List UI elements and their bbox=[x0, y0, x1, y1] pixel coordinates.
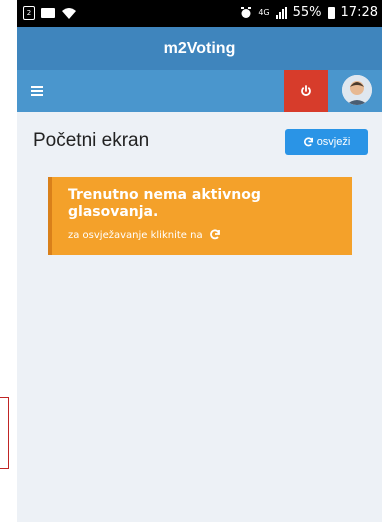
refresh-label: osvježi bbox=[316, 136, 351, 148]
hamburger-icon[interactable] bbox=[31, 86, 43, 96]
wifi-icon bbox=[62, 8, 76, 19]
refresh-icon[interactable] bbox=[209, 229, 221, 241]
avatar[interactable] bbox=[342, 75, 372, 105]
status-bar: 2 4G 55% 17:28 bbox=[17, 0, 382, 27]
side-frame bbox=[0, 397, 9, 469]
battery-percent: 55% bbox=[292, 5, 322, 20]
logout-button[interactable] bbox=[284, 70, 328, 112]
notice-subtitle: za osvježavanje kliknite na bbox=[68, 229, 203, 241]
main-content: Početni ekran osvježi Trenutno nema akti… bbox=[17, 112, 382, 522]
page-title: Početni ekran bbox=[33, 130, 150, 151]
clock: 17:28 bbox=[340, 5, 378, 20]
network-label: 4G bbox=[258, 8, 270, 17]
no-active-voting-notice: Trenutno nema aktivnog glasovanja. za os… bbox=[48, 177, 352, 255]
signal-icon bbox=[275, 6, 287, 19]
user-avatar-icon bbox=[342, 75, 372, 105]
nav-bar bbox=[17, 70, 382, 112]
refresh-button[interactable]: osvježi bbox=[285, 129, 368, 155]
power-icon bbox=[301, 85, 311, 96]
notice-title: Trenutno nema aktivnog glasovanja. bbox=[68, 187, 261, 220]
sim-icon: 2 bbox=[23, 6, 35, 20]
battery-icon bbox=[327, 6, 335, 19]
alarm-icon bbox=[241, 6, 252, 18]
refresh-icon bbox=[303, 136, 313, 146]
card-icon bbox=[41, 8, 55, 18]
app-title: m2Voting bbox=[17, 27, 382, 70]
notice-subtitle-row: za osvježavanje kliknite na bbox=[68, 229, 336, 241]
